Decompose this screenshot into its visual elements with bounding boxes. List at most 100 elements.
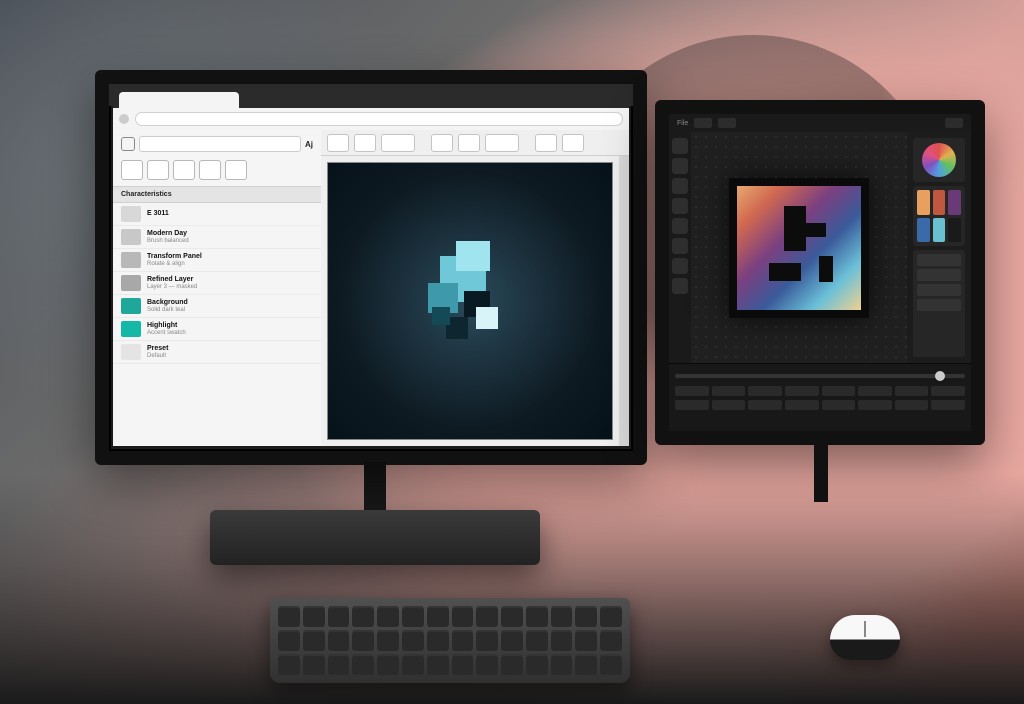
timeline-cell[interactable] xyxy=(748,400,782,410)
list-item-title: Highlight xyxy=(147,322,186,330)
list-item[interactable]: BackgroundSolid dark teal xyxy=(113,295,321,318)
toolbar-button[interactable] xyxy=(431,134,453,152)
editor-artwork xyxy=(729,178,869,318)
layer-row[interactable] xyxy=(917,284,961,296)
swatch[interactable] xyxy=(948,190,961,215)
color-wheel-icon xyxy=(922,143,956,177)
text-tool-icon[interactable] xyxy=(672,238,688,254)
toolbar-button[interactable] xyxy=(485,134,519,152)
asset-list: E 3011 Modern DayBrush balanced Transfor… xyxy=(113,203,321,364)
editor-canvas[interactable] xyxy=(691,132,907,363)
swatch[interactable] xyxy=(948,218,961,243)
timeline-cell[interactable] xyxy=(712,386,746,396)
timeline-cell[interactable] xyxy=(712,400,746,410)
tool-button[interactable] xyxy=(199,160,221,180)
timeline-cell[interactable] xyxy=(931,400,965,410)
timeline-cell[interactable] xyxy=(858,386,892,396)
swatch-icon xyxy=(121,229,141,245)
layer-row[interactable] xyxy=(917,269,961,281)
tab-strip xyxy=(113,88,629,108)
move-tool-icon[interactable] xyxy=(672,138,688,154)
search-icon[interactable] xyxy=(121,137,135,151)
swatch[interactable] xyxy=(933,218,946,243)
list-item-sub: Default xyxy=(147,353,168,360)
fill-tool-icon[interactable] xyxy=(672,218,688,234)
timeline-cell[interactable] xyxy=(822,400,856,410)
list-item[interactable]: Transform PanelRotate & align xyxy=(113,249,321,272)
browser-window: Aj Characteristics E 3011 xyxy=(113,88,629,446)
timeline-cell[interactable] xyxy=(675,400,709,410)
timeline-row xyxy=(675,400,965,410)
canvas[interactable] xyxy=(327,162,613,440)
timeline-row xyxy=(675,386,965,396)
timeline-cell[interactable] xyxy=(895,400,929,410)
swatch-icon xyxy=(121,206,141,222)
swatch[interactable] xyxy=(917,190,930,215)
tool-button[interactable] xyxy=(147,160,169,180)
mouse xyxy=(830,615,900,660)
tool-palette xyxy=(669,132,691,363)
list-item[interactable]: HighlightAccent swatch xyxy=(113,318,321,341)
list-item-sub: Solid dark teal xyxy=(147,307,188,314)
toolbar-button[interactable] xyxy=(458,134,480,152)
toolbar-button[interactable] xyxy=(562,134,584,152)
timeline-cell[interactable] xyxy=(785,386,819,396)
url-field[interactable] xyxy=(135,112,623,126)
eraser-tool-icon[interactable] xyxy=(672,198,688,214)
toolbar-button[interactable] xyxy=(354,134,376,152)
list-item[interactable]: E 3011 xyxy=(113,203,321,226)
swatch-icon xyxy=(121,321,141,337)
canvas-artwork xyxy=(410,241,530,361)
timeline-cell[interactable] xyxy=(675,386,709,396)
tool-button[interactable] xyxy=(121,160,143,180)
search-input[interactable] xyxy=(139,136,301,152)
toolbar-button[interactable] xyxy=(535,134,557,152)
monitor-stand xyxy=(320,462,430,532)
list-item-title: Background xyxy=(147,299,188,307)
timeline-cell[interactable] xyxy=(931,386,965,396)
canvas-area xyxy=(321,130,629,446)
list-item-title: Modern Day xyxy=(147,230,189,238)
menu-item[interactable] xyxy=(694,118,712,128)
menu-item[interactable] xyxy=(718,118,736,128)
swatch[interactable] xyxy=(933,190,946,215)
list-item-sub: Layer 3 — masked xyxy=(147,284,197,291)
timeline-cell[interactable] xyxy=(822,386,856,396)
swatches-panel xyxy=(913,186,965,246)
color-wheel-panel[interactable] xyxy=(913,138,965,182)
toolbar-button[interactable] xyxy=(327,134,349,152)
select-tool-icon[interactable] xyxy=(672,158,688,174)
tool-button[interactable] xyxy=(225,160,247,180)
reload-icon[interactable] xyxy=(119,114,129,124)
shape-tool-icon[interactable] xyxy=(672,258,688,274)
editor-menubar: File xyxy=(669,114,971,132)
list-item-title: E 3011 xyxy=(147,210,169,218)
scrollbar[interactable] xyxy=(619,156,629,446)
playhead-slider[interactable] xyxy=(675,374,965,378)
timeline-cell[interactable] xyxy=(748,386,782,396)
tool-button[interactable] xyxy=(173,160,195,180)
slider-knob-icon xyxy=(935,371,945,381)
eyedropper-tool-icon[interactable] xyxy=(672,278,688,294)
toolbar-button[interactable] xyxy=(381,134,415,152)
monitor-left: Aj Characteristics E 3011 xyxy=(95,70,647,465)
sidebar-toolbar xyxy=(113,158,321,186)
browser-tab[interactable] xyxy=(119,92,239,108)
timeline-cell[interactable] xyxy=(858,400,892,410)
timeline-cell[interactable] xyxy=(785,400,819,410)
timeline-cell[interactable] xyxy=(895,386,929,396)
brush-tool-icon[interactable] xyxy=(672,178,688,194)
layer-row[interactable] xyxy=(917,254,961,266)
swatch[interactable] xyxy=(917,218,930,243)
search-label: Aj xyxy=(305,140,313,149)
menu-item[interactable]: File xyxy=(677,120,688,127)
list-item[interactable]: Refined LayerLayer 3 — masked xyxy=(113,272,321,295)
swatch-icon xyxy=(121,252,141,268)
list-item[interactable]: PresetDefault xyxy=(113,341,321,364)
swatch-icon xyxy=(121,275,141,291)
window-control-icon[interactable] xyxy=(945,118,963,128)
address-bar xyxy=(113,108,629,130)
layer-row[interactable] xyxy=(917,299,961,311)
list-item-sub: Brush balanced xyxy=(147,238,189,245)
list-item[interactable]: Modern DayBrush balanced xyxy=(113,226,321,249)
